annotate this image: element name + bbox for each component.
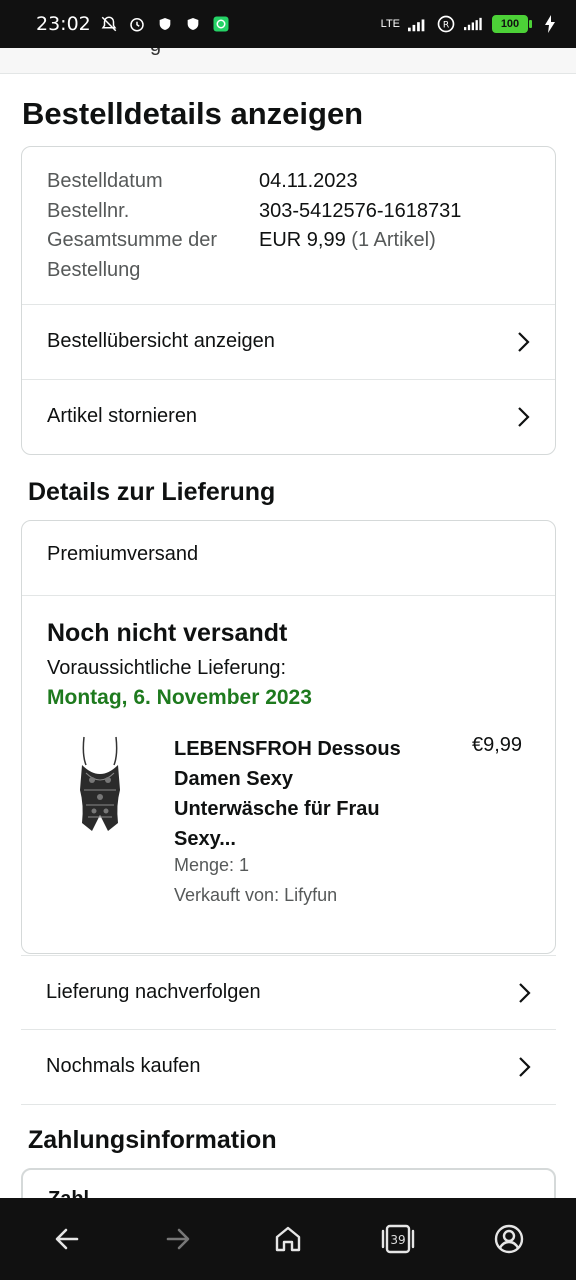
payment-card-title: Zahl xyxy=(48,1188,89,1198)
status-time: 23:02 xyxy=(36,13,91,35)
chevron-right-icon xyxy=(515,330,531,354)
order-total-label: Gesamtsumme der Bestellung xyxy=(47,229,218,281)
status-icons-left xyxy=(99,14,231,34)
main-content: Bestelldetails anzeigen Bestelldatum 04.… xyxy=(0,74,576,1198)
order-total-amount: EUR 9,99 xyxy=(259,229,346,251)
delivery-card: Premiumversand Noch nicht versandt Vorau… xyxy=(21,520,556,954)
delivery-section-title: Details zur Lieferung xyxy=(28,478,276,506)
estimated-delivery-label: Voraussichtliche Lieferung: xyxy=(47,657,287,679)
app-notification-icon-2 xyxy=(183,14,203,34)
product-title-link[interactable]: LEBENSFROH Dessous Damen Sexy Unterwäsch… xyxy=(174,734,414,854)
track-package-label: Lieferung nachverfolgen xyxy=(46,981,261,1003)
battery-level: 100 xyxy=(492,15,528,33)
notifications-off-icon xyxy=(99,14,119,34)
signal-icon-2 xyxy=(464,14,484,34)
status-bar: 23:02 LTE R 100 xyxy=(0,0,576,48)
track-package-link[interactable]: Lieferung nachverfolgen xyxy=(21,955,556,1030)
view-order-summary-label: Bestellübersicht anzeigen xyxy=(47,330,275,352)
product-quantity: Menge: 1 xyxy=(174,855,250,875)
product-seller: Verkauft von: Lifyfun xyxy=(174,885,338,905)
shipment-status: Noch nicht versandt xyxy=(47,619,288,647)
alarm-icon xyxy=(127,14,147,34)
payment-section-title: Zahlungsinformation xyxy=(28,1126,277,1154)
home-button[interactable] xyxy=(260,1211,316,1267)
order-date-label: Bestelldatum xyxy=(47,170,163,192)
order-total-value: EUR 9,99 (1 Artikel) xyxy=(259,226,436,256)
tabs-icon: 39 xyxy=(382,1224,415,1254)
status-icons-right: LTE R 100 xyxy=(381,14,560,34)
order-total-item-count: (1 Artikel) xyxy=(351,229,436,251)
app-notification-icon xyxy=(155,14,175,34)
divider xyxy=(22,595,555,596)
battery-icon: 100 xyxy=(492,15,532,33)
order-number-label: Bestellnr. xyxy=(47,199,130,222)
buy-again-link[interactable]: Nochmals kaufen xyxy=(21,1029,556,1104)
forward-arrow-icon xyxy=(166,1228,189,1250)
buy-again-label: Nochmals kaufen xyxy=(46,1055,201,1077)
divider xyxy=(21,1104,556,1105)
chevron-right-icon xyxy=(516,981,532,1005)
view-order-summary-link[interactable]: Bestellübersicht anzeigen xyxy=(22,304,555,379)
payment-card: Zahl xyxy=(21,1168,556,1198)
roaming-icon: R xyxy=(436,14,456,34)
forward-button[interactable] xyxy=(150,1211,206,1267)
chevron-right-icon xyxy=(516,1055,532,1079)
order-date-value: 04.11.2023 xyxy=(259,170,358,192)
account-button[interactable] xyxy=(481,1211,537,1267)
order-summary-card: Bestelldatum 04.11.2023 Bestellnr. 303-5… xyxy=(21,146,556,455)
charging-icon xyxy=(540,14,560,34)
cancel-items-link[interactable]: Artikel stornieren xyxy=(22,379,555,454)
signal-icon xyxy=(408,14,428,34)
product-price: €9,99 xyxy=(472,734,523,756)
tabs-button[interactable]: 39 xyxy=(370,1211,426,1267)
back-arrow-icon xyxy=(55,1228,79,1250)
network-type-label: LTE xyxy=(380,18,400,30)
page-title: Bestelldetails anzeigen xyxy=(22,96,364,131)
shipping-method: Premiumversand xyxy=(47,543,199,565)
chevron-right-icon xyxy=(515,405,531,429)
cropped-header-strip: g xyxy=(0,48,576,74)
cropped-header-text: g xyxy=(150,48,161,57)
tabs-count: 39 xyxy=(391,1233,406,1247)
roaming-label: R xyxy=(443,19,450,30)
home-icon xyxy=(275,1226,301,1252)
cancel-items-label: Artikel stornieren xyxy=(47,405,198,427)
order-number-value: 303-5412576-1618731 xyxy=(259,199,462,222)
product-image[interactable] xyxy=(72,735,128,835)
whatsapp-icon xyxy=(211,14,231,34)
bottom-navigation-bar: 39 xyxy=(0,1198,576,1280)
estimated-delivery-date: Montag, 6. November 2023 xyxy=(47,686,312,709)
account-icon xyxy=(494,1224,523,1254)
back-button[interactable] xyxy=(39,1211,95,1267)
